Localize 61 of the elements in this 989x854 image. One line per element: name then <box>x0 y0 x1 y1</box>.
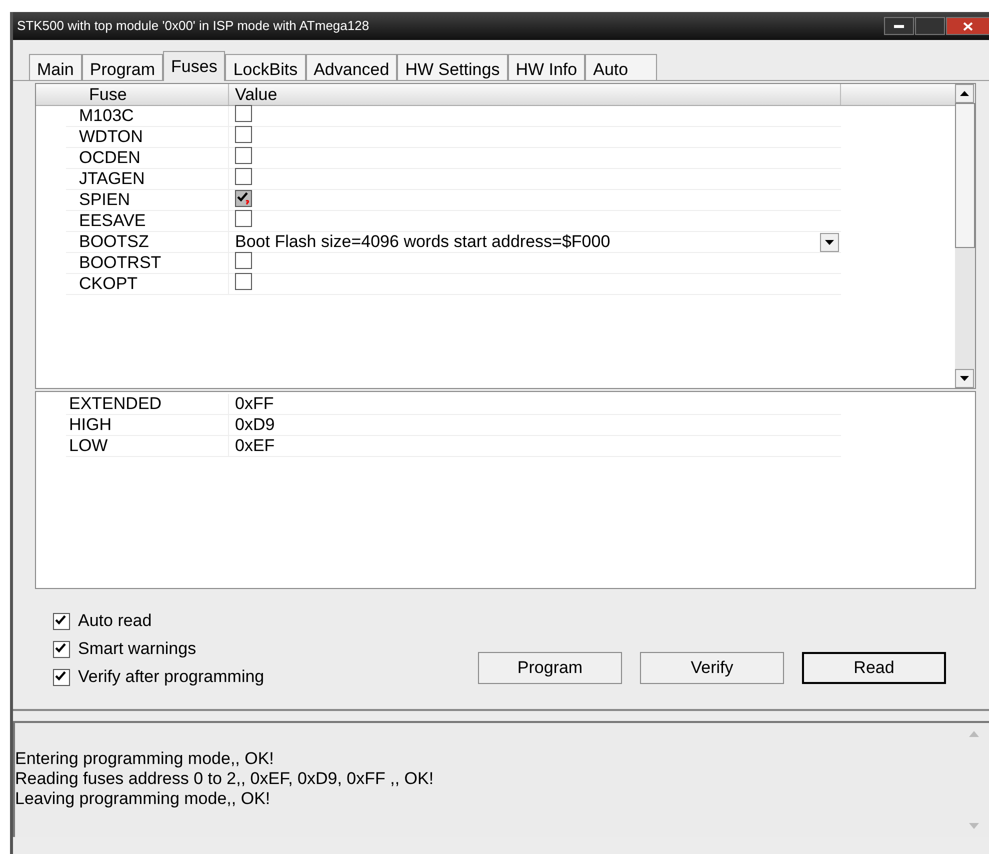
action-button[interactable]: Program <box>478 652 622 684</box>
checkbox[interactable] <box>53 668 70 686</box>
checkbox[interactable] <box>235 273 252 290</box>
checkbox[interactable] <box>235 168 252 185</box>
register-name: LOW <box>66 436 229 456</box>
register-name: HIGH <box>66 415 229 435</box>
action-button[interactable]: Verify <box>640 652 784 684</box>
checkbox[interactable] <box>235 147 252 164</box>
register-value: 0xFF <box>234 394 274 414</box>
log-line: Reading fuses address 0 to 2,, 0xEF, 0xD9, 0xFF ,, OK! <box>15 769 435 789</box>
checkbox[interactable] <box>235 210 252 227</box>
fuse-name: WDTON <box>66 127 229 147</box>
checkbox[interactable] <box>235 105 252 122</box>
fuse-name: BOOTRST <box>66 253 229 273</box>
fuse-value-select[interactable]: Boot Flash size=4096 words start address=$F000 <box>235 232 610 252</box>
option-label: Verify after programming <box>78 667 264 687</box>
tab[interactable]: HW Settings <box>397 54 508 80</box>
scroll-up-button[interactable] <box>955 84 974 103</box>
register-name: EXTENDED <box>66 394 229 414</box>
option-label: Auto read <box>78 611 152 631</box>
checkmark-icon <box>55 670 68 684</box>
tab[interactable]: Fuses <box>163 51 226 81</box>
checkbox[interactable] <box>235 190 252 207</box>
checkbox[interactable] <box>235 126 252 143</box>
fuse-name: JTAGEN <box>66 169 229 189</box>
scroll-down-button[interactable] <box>955 369 974 388</box>
scrollbar[interactable] <box>955 84 975 388</box>
log-line: Entering programming mode,, OK! <box>15 749 275 769</box>
tab[interactable]: Auto <box>585 54 658 80</box>
minimize-button[interactable] <box>884 17 914 35</box>
fuse-name: EESAVE <box>66 211 229 231</box>
down-arrow-icon <box>825 240 834 244</box>
close-button[interactable] <box>946 17 989 35</box>
down-arrow-icon <box>960 376 969 381</box>
log-line: Leaving programming mode,, OK! <box>15 789 272 809</box>
scroll-thumb[interactable] <box>955 103 975 248</box>
fuse-name: BOOTSZ <box>66 232 229 252</box>
option-label: Smart warnings <box>78 639 196 659</box>
checkmark-icon <box>55 642 68 656</box>
tab[interactable]: LockBits <box>225 54 306 80</box>
column-header[interactable]: Fuse <box>36 84 229 105</box>
checkbox[interactable] <box>53 640 70 658</box>
close-icon <box>963 22 973 30</box>
fuse-name: CKOPT <box>66 274 229 294</box>
action-button[interactable]: Read <box>802 652 946 684</box>
checkbox[interactable] <box>53 612 70 630</box>
register-value: 0xD9 <box>234 415 275 435</box>
tab[interactable]: Advanced <box>306 54 398 80</box>
dropdown-button[interactable] <box>820 232 839 252</box>
up-arrow-icon <box>960 91 969 96</box>
tab[interactable]: Main <box>29 54 82 80</box>
window-title: STK500 with top module '0x00' in ISP mode with ATmega128 <box>17 17 370 36</box>
checkbox[interactable] <box>235 252 252 269</box>
fuse-name: OCDEN <box>66 148 229 168</box>
register-value: 0xEF <box>234 436 275 456</box>
fuse-name: M103C <box>66 106 229 126</box>
fuse-name: SPIEN <box>66 190 229 210</box>
tab[interactable]: HW Info <box>508 54 586 80</box>
checkmark-icon <box>237 192 250 205</box>
checkmark-icon <box>55 614 68 628</box>
tab[interactable]: Program <box>82 54 164 80</box>
